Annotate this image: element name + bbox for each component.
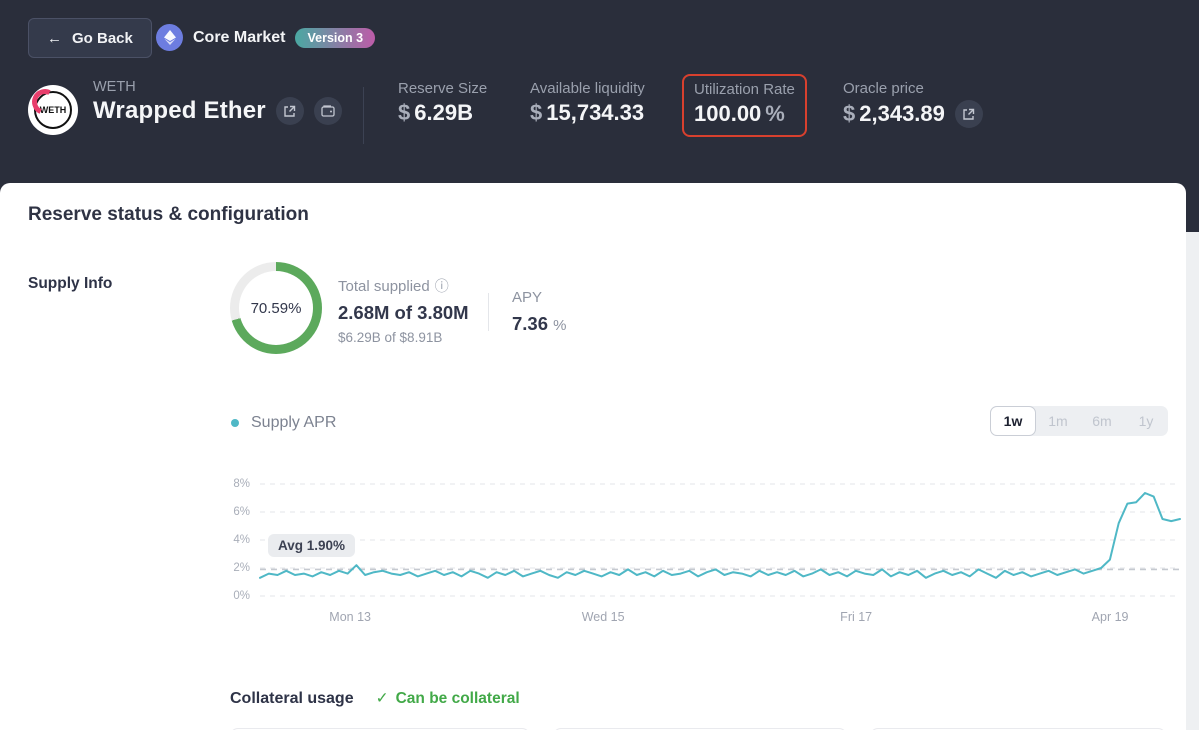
version-badge: Version 3: [295, 27, 376, 48]
collateral-usage-title: Collateral usage: [230, 689, 354, 707]
range-1y[interactable]: 1y: [1124, 406, 1168, 436]
go-back-label: Go Back: [72, 29, 133, 47]
time-range-picker: 1w 1m 6m 1y: [990, 406, 1168, 436]
market-row: Core Market Version 3: [156, 24, 376, 51]
stat-label: Utilization Rate: [694, 81, 795, 98]
check-icon: ✓: [375, 690, 389, 707]
total-supplied-block: Total supplied ⓘ 2.68M of 3.80M $6.29B o…: [338, 276, 469, 346]
x-axis-tick: Apr 19: [1091, 610, 1129, 624]
external-link-button[interactable]: [275, 97, 304, 125]
supply-gauge: 70.59%: [230, 262, 322, 354]
stat-value: 15,734.33: [546, 100, 645, 125]
apy-value: 7.36: [512, 313, 549, 334]
y-axis-tick: 4%: [233, 534, 250, 546]
y-axis-tick: 6%: [233, 506, 250, 518]
token-texts: WETH Wrapped Ether: [93, 79, 342, 125]
apy-block: APY 7.36 %: [512, 289, 567, 335]
stat-label: Available liquidity: [530, 80, 645, 97]
y-axis-tick: 0%: [233, 590, 250, 602]
range-1w[interactable]: 1w: [990, 406, 1036, 436]
supply-info-label: Supply Info: [28, 275, 113, 292]
stat-utilization-rate-highlighted: Utilization Rate 100.00%: [682, 74, 807, 137]
x-axis-tick: Mon 13: [329, 610, 372, 624]
chart-svg: [259, 483, 1181, 597]
weth-token-glyph: WETH: [28, 85, 72, 129]
external-link-icon: [963, 108, 975, 120]
ethereum-icon: [156, 24, 183, 51]
info-icon[interactable]: ⓘ: [435, 276, 449, 296]
reserve-config-panel: Reserve status & configuration Supply In…: [0, 183, 1186, 730]
stat-value: 2,343.89: [859, 101, 945, 126]
apy-label: APY: [512, 289, 543, 306]
stat-available-liquidity: Available liquidity $15,734.33: [530, 80, 645, 126]
section-title: Reserve status & configuration: [28, 204, 309, 225]
token-name: Wrapped Ether: [93, 97, 266, 124]
currency-sign: $: [398, 100, 411, 125]
stat-reserve-size: Reserve Size $6.29B: [398, 80, 487, 126]
total-supplied-usd: $6.29B of $8.91B: [338, 330, 443, 345]
y-axis-tick: 2%: [233, 562, 250, 574]
market-name: Core Market: [193, 28, 286, 46]
stat-label: Reserve Size: [398, 80, 488, 97]
add-to-wallet-button[interactable]: [313, 97, 342, 125]
range-1m[interactable]: 1m: [1036, 406, 1080, 436]
wallet-icon: [321, 105, 335, 117]
collateral-usage-row: Collateral usage ✓ Can be collateral: [230, 689, 520, 708]
currency-sign: $: [530, 100, 543, 125]
supply-apr-chart: 8% 6% 4% 2% 0% Avg 1.90% Mon 13 Wed 15 F…: [233, 478, 1181, 624]
stat-label: Oracle price: [843, 80, 924, 97]
stat-value: 100.00: [694, 101, 762, 126]
x-axis-tick: Wed 15: [581, 610, 625, 624]
currency-sign: $: [843, 101, 856, 126]
go-back-button[interactable]: ← Go Back: [28, 18, 152, 58]
total-supplied-value: 2.68M of 3.80M: [338, 302, 469, 323]
stat-oracle-price: Oracle price $2,343.89: [843, 80, 983, 128]
legend-dot-icon: [231, 419, 239, 427]
external-link-icon: [284, 105, 296, 117]
range-6m[interactable]: 6m: [1080, 406, 1124, 436]
total-supplied-label: Total supplied: [338, 277, 430, 295]
supply-divider: [488, 293, 489, 331]
weth-token-icon: WETH: [28, 85, 78, 135]
stat-value: 6.29B: [414, 100, 473, 125]
back-arrow-icon: ←: [47, 29, 62, 47]
average-apr-badge: Avg 1.90%: [268, 534, 356, 557]
page-header: ← Go Back Core Market Version 3 WETH WET…: [0, 0, 1199, 183]
legend-label: Supply APR: [251, 414, 337, 431]
oracle-external-link-button[interactable]: [954, 100, 983, 128]
supply-apr-line: [259, 492, 1181, 579]
header-divider: [363, 87, 364, 144]
collateral-status: ✓ Can be collateral: [376, 689, 520, 708]
percent-sign: %: [553, 317, 567, 334]
scrollbar-track[interactable]: [1186, 232, 1199, 730]
percent-sign: %: [765, 101, 785, 126]
y-axis-tick: 8%: [233, 478, 250, 490]
x-axis-tick: Fri 17: [840, 610, 873, 624]
chart-legend: Supply APR: [231, 414, 336, 432]
token-symbol: WETH: [93, 79, 136, 95]
supply-gauge-value: 70.59%: [239, 271, 313, 345]
collateral-status-label: Can be collateral: [395, 689, 520, 707]
